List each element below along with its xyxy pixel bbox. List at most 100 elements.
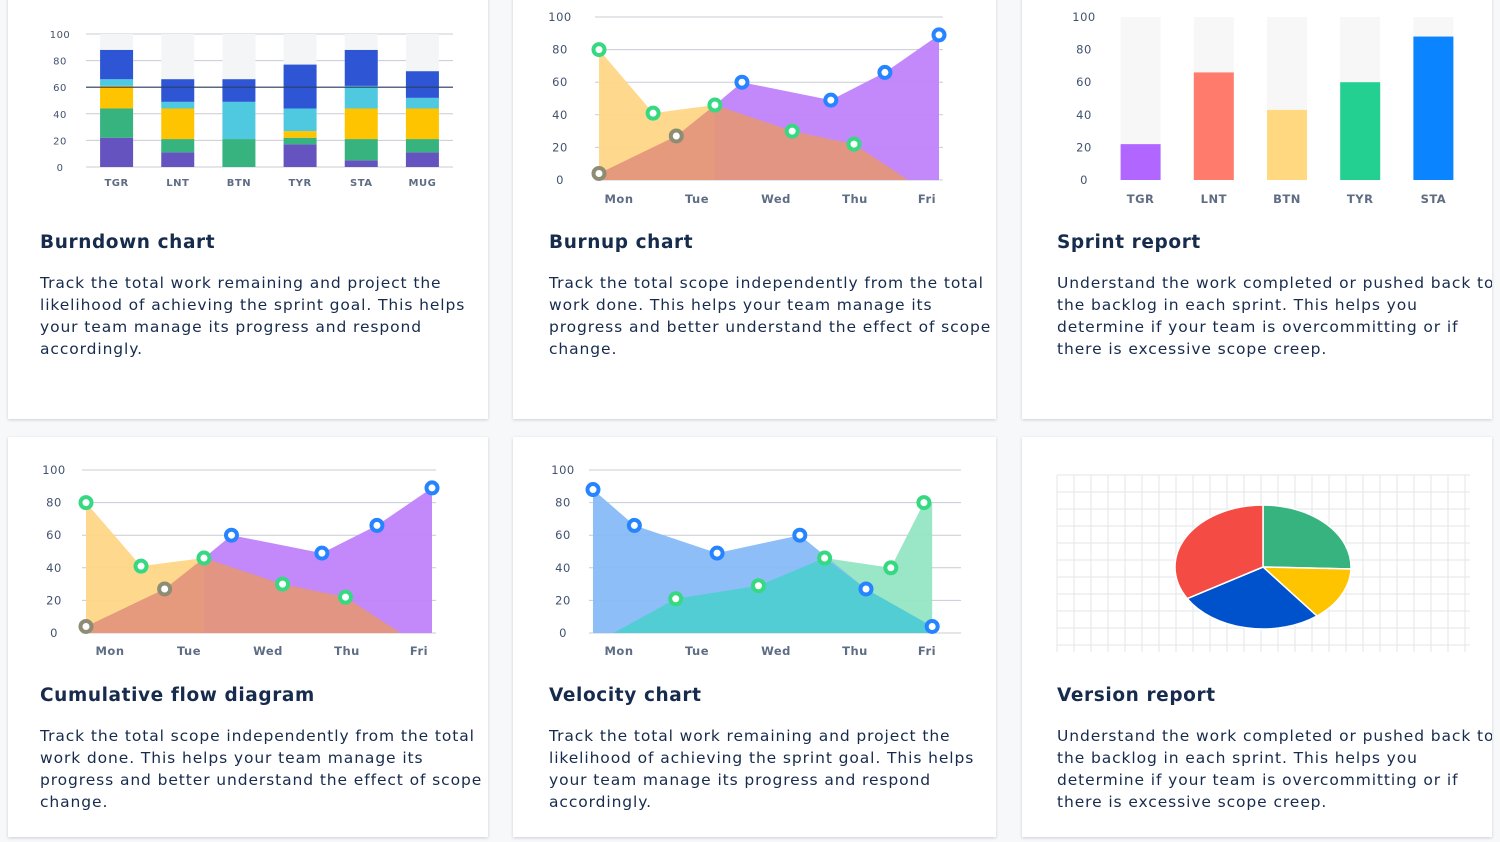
version-report-card[interactable]: Version report Understand the work compl… bbox=[1022, 437, 1492, 837]
y-tick-label: 60 bbox=[552, 75, 568, 89]
data-marker bbox=[424, 480, 440, 496]
y-tick-label: 60 bbox=[53, 83, 67, 94]
bar-segment bbox=[222, 79, 256, 102]
data-marker bbox=[846, 136, 862, 152]
y-tick-label: 20 bbox=[46, 593, 62, 607]
data-marker bbox=[133, 558, 149, 574]
x-tick-label: Thu bbox=[842, 192, 868, 206]
x-tick-label: TGR bbox=[1127, 192, 1155, 206]
data-marker bbox=[626, 517, 642, 533]
card-title: Version report bbox=[1057, 685, 1216, 706]
data-marker bbox=[707, 97, 723, 113]
x-tick-label: Tue bbox=[177, 644, 201, 658]
x-tick-label: Fri bbox=[410, 644, 428, 658]
y-tick-label: 40 bbox=[1076, 108, 1092, 122]
velocity-card[interactable]: 0 20 40 60 80 100 Mon Tue Wed Thu Fri Velocity cha… bbox=[513, 437, 996, 837]
y-tick-label: 20 bbox=[555, 593, 571, 607]
y-tick-label: 40 bbox=[53, 110, 67, 121]
bar-segment bbox=[100, 108, 134, 138]
y-tick-label: 60 bbox=[1076, 75, 1092, 89]
x-tick-label: TGR bbox=[104, 178, 128, 189]
data-marker bbox=[78, 495, 94, 511]
card-description: Understand the work completed or pushed … bbox=[1057, 274, 1492, 358]
data-marker bbox=[792, 527, 808, 543]
data-marker bbox=[668, 591, 684, 607]
burnup-chart: 0 20 40 60 80 100 Mon Tue Wed Thu Fri bbox=[548, 10, 947, 206]
sprint-report-card[interactable]: 0 20 40 60 80 100 TGR LNT BTN TYR STA Sprint repor… bbox=[1022, 0, 1492, 419]
y-tick-label: 20 bbox=[552, 140, 568, 154]
bar-segment bbox=[405, 97, 439, 109]
bar-segment bbox=[222, 101, 256, 140]
version-report-chart bbox=[1056, 474, 1470, 652]
sprint-report-chart: 0 20 40 60 80 100 TGR LNT BTN TYR STA bbox=[1072, 10, 1454, 206]
x-tick-label: Tue bbox=[685, 192, 709, 206]
pie-slice bbox=[1262, 504, 1352, 570]
bar bbox=[1340, 82, 1381, 180]
x-tick-label: Thu bbox=[842, 644, 868, 658]
burnup-card[interactable]: 0 20 40 60 80 100 Mon Tue Wed Thu Fri Burnup chart… bbox=[513, 0, 996, 419]
bar-segment bbox=[344, 160, 378, 167]
data-marker bbox=[883, 560, 899, 576]
y-tick-label: 100 bbox=[50, 30, 71, 41]
bar bbox=[1193, 72, 1234, 180]
x-tick-label: TYR bbox=[1347, 192, 1374, 206]
data-marker bbox=[734, 74, 750, 90]
y-tick-label: 0 bbox=[556, 173, 564, 187]
data-marker bbox=[668, 128, 684, 144]
bar-segment bbox=[161, 101, 195, 109]
x-tick-label: Mon bbox=[604, 644, 633, 658]
cumulative-flow-card[interactable]: 0 20 40 60 80 100 Mon Tue Wed Thu Fri Cumulative f… bbox=[8, 437, 488, 837]
y-tick-label: 80 bbox=[46, 496, 62, 510]
y-tick-label: 20 bbox=[1076, 140, 1092, 154]
bar bbox=[1120, 144, 1161, 180]
bar-segment bbox=[161, 108, 195, 140]
bar bbox=[1413, 36, 1454, 181]
x-tick-label: LNT bbox=[1201, 192, 1227, 206]
burndown-chart: 0 20 40 60 80 100 TGR LNT BTN TYR STA MUG bbox=[50, 30, 453, 189]
data-marker bbox=[196, 550, 212, 566]
card-title: Cumulative flow diagram bbox=[40, 685, 315, 706]
y-tick-label: 60 bbox=[555, 528, 571, 542]
y-tick-label: 0 bbox=[57, 163, 64, 174]
x-tick-label: BTN bbox=[1273, 192, 1301, 206]
bar-segment bbox=[100, 85, 134, 109]
bar-segment bbox=[283, 137, 317, 145]
bar-segment bbox=[344, 108, 378, 140]
bar-segment bbox=[161, 79, 195, 102]
y-tick-label: 40 bbox=[555, 561, 571, 575]
card-title: Velocity chart bbox=[549, 685, 702, 706]
data-marker bbox=[78, 618, 94, 634]
y-tick-label: 0 bbox=[50, 626, 58, 640]
y-tick-label: 100 bbox=[1072, 10, 1095, 24]
burndown-card[interactable]: 0 20 40 60 80 100 TGR LNT BTN TYR STA MUG Burndown … bbox=[8, 0, 488, 419]
y-tick-label: 100 bbox=[42, 463, 65, 477]
y-tick-label: 100 bbox=[548, 10, 571, 24]
data-marker bbox=[591, 165, 607, 181]
data-marker bbox=[223, 527, 239, 543]
data-marker bbox=[858, 581, 874, 597]
bar-segment bbox=[405, 139, 439, 153]
x-tick-label: Mon bbox=[604, 192, 633, 206]
bar bbox=[1267, 109, 1307, 180]
card-title: Burnup chart bbox=[549, 232, 694, 253]
y-tick-label: 80 bbox=[555, 496, 571, 510]
bar-segment bbox=[344, 85, 378, 109]
bar-segment bbox=[222, 139, 256, 167]
card-description: Track the total scope independently from… bbox=[549, 274, 992, 358]
data-marker bbox=[645, 105, 661, 121]
bar-segment bbox=[283, 131, 317, 138]
card-title: Sprint report bbox=[1057, 232, 1201, 253]
card-title: Burndown chart bbox=[40, 232, 216, 253]
data-marker bbox=[823, 92, 839, 108]
x-tick-label: STA bbox=[350, 178, 373, 189]
bar-segment bbox=[283, 64, 317, 109]
bar-segment bbox=[100, 137, 134, 167]
y-tick-label: 100 bbox=[551, 463, 574, 477]
data-marker bbox=[916, 495, 932, 511]
y-tick-label: 0 bbox=[1080, 173, 1088, 187]
x-tick-label: Wed bbox=[761, 192, 791, 206]
data-marker bbox=[924, 618, 940, 634]
data-marker bbox=[275, 576, 291, 592]
y-tick-label: 20 bbox=[53, 136, 67, 147]
x-tick-label: Wed bbox=[253, 644, 283, 658]
